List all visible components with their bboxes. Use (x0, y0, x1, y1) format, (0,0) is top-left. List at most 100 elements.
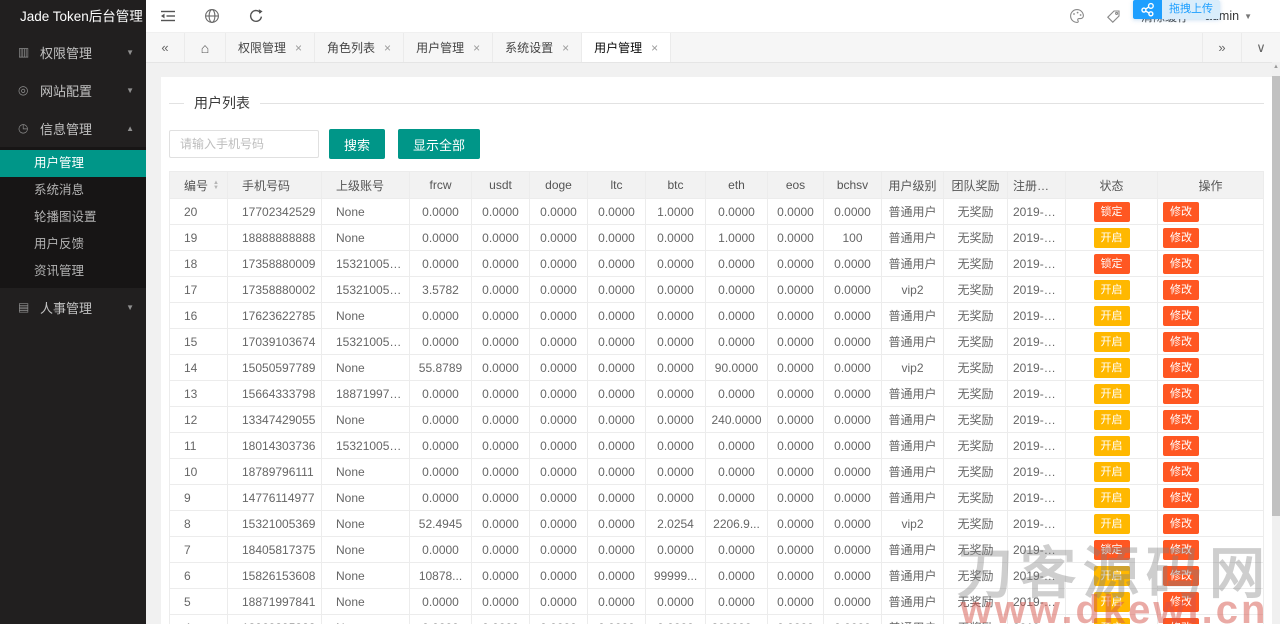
column-header[interactable]: 手机号码 (228, 172, 322, 199)
cell-doge: 0.0000 (530, 433, 588, 459)
status-button[interactable]: 开启 (1094, 514, 1130, 534)
sidebar-item[interactable]: ▥权限管理▼ (0, 33, 146, 71)
modify-button[interactable]: 修改 (1163, 332, 1199, 352)
cell-eos: 0.0000 (768, 381, 824, 407)
show-all-button[interactable]: 显示全部 (398, 129, 480, 159)
tab-item[interactable]: 系统设置× (493, 33, 582, 62)
tab-item[interactable]: 权限管理× (226, 33, 315, 62)
column-header[interactable]: usdt (472, 172, 530, 199)
sidebar-subitem[interactable]: 轮播图设置 (0, 204, 146, 231)
tab-item[interactable]: 角色列表× (315, 33, 404, 62)
column-header[interactable]: 上级账号 (322, 172, 410, 199)
sidebar-item[interactable]: ◷信息管理▲ (0, 109, 146, 147)
tabs-scroll-left-icon[interactable]: « (146, 33, 185, 62)
status-button[interactable]: 锁定 (1094, 202, 1130, 222)
status-button[interactable]: 开启 (1094, 436, 1130, 456)
column-header[interactable]: 状态 (1066, 172, 1158, 199)
search-button[interactable]: 搜索 (329, 129, 385, 159)
column-header[interactable]: 编号▲▼ (170, 172, 228, 199)
modify-button[interactable]: 修改 (1163, 436, 1199, 456)
modify-button[interactable]: 修改 (1163, 384, 1199, 404)
column-header[interactable]: eos (768, 172, 824, 199)
drag-upload-widget[interactable]: 拖拽上传 (1133, 0, 1220, 19)
close-icon[interactable]: × (295, 41, 302, 55)
collapse-sidebar-icon[interactable] (146, 0, 190, 32)
status-button[interactable]: 开启 (1094, 592, 1130, 612)
modify-button[interactable]: 修改 (1163, 592, 1199, 612)
status-button[interactable]: 开启 (1094, 488, 1130, 508)
chevron-up-icon: ▲ (126, 124, 134, 133)
modify-button[interactable]: 修改 (1163, 514, 1199, 534)
status-button[interactable]: 开启 (1094, 332, 1130, 352)
status-button[interactable]: 开启 (1094, 566, 1130, 586)
column-header[interactable]: 用户级别 (882, 172, 944, 199)
cell-bchsv: 0.0000 (824, 511, 882, 537)
tabs-scroll-right-icon[interactable]: » (1202, 33, 1241, 62)
modify-button[interactable]: 修改 (1163, 566, 1199, 586)
modify-button[interactable]: 修改 (1163, 254, 1199, 274)
refresh-icon[interactable] (234, 0, 278, 32)
tag-icon[interactable] (1095, 9, 1131, 24)
tab-item[interactable]: 用户管理× (404, 33, 493, 62)
phone-search-input[interactable] (169, 130, 319, 158)
close-icon[interactable]: × (473, 41, 480, 55)
modify-button[interactable]: 修改 (1163, 228, 1199, 248)
status-button[interactable]: 开启 (1094, 228, 1130, 248)
status-button[interactable]: 锁定 (1094, 540, 1130, 560)
status-button[interactable]: 开启 (1094, 384, 1130, 404)
column-header[interactable]: 团队奖励 (944, 172, 1008, 199)
status-button[interactable]: 锁定 (1094, 254, 1130, 274)
modify-button[interactable]: 修改 (1163, 540, 1199, 560)
sidebar-subitem[interactable]: 用户反馈 (0, 231, 146, 258)
home-tab-icon[interactable]: ⌂ (185, 33, 226, 62)
modify-button[interactable]: 修改 (1163, 202, 1199, 222)
close-icon[interactable]: × (651, 41, 658, 55)
vertical-scrollbar[interactable]: ▲ (1272, 62, 1280, 624)
tabs-dropdown-icon[interactable]: ∨ (1241, 33, 1280, 62)
modify-button[interactable]: 修改 (1163, 280, 1199, 300)
status-button[interactable]: 开启 (1094, 410, 1130, 430)
sidebar-item[interactable]: ◎网站配置▼ (0, 71, 146, 109)
status-button[interactable]: 开启 (1094, 618, 1130, 624)
status-button[interactable]: 开启 (1094, 306, 1130, 326)
cell-reward: 无奖励 (944, 225, 1008, 251)
close-icon[interactable]: × (384, 41, 391, 55)
column-header[interactable]: ltc (588, 172, 646, 199)
cell-parent: None (322, 589, 410, 615)
column-header[interactable]: btc (646, 172, 706, 199)
modify-button[interactable]: 修改 (1163, 306, 1199, 326)
modify-button[interactable]: 修改 (1163, 462, 1199, 482)
sort-icon[interactable]: ▲▼ (213, 181, 219, 191)
cell-doge: 0.0000 (530, 485, 588, 511)
column-header[interactable]: frcw (410, 172, 472, 199)
status-button[interactable]: 开启 (1094, 462, 1130, 482)
user-table: 编号▲▼手机号码上级账号frcwusdtdogeltcbtcetheosbchs… (169, 171, 1264, 624)
column-header[interactable]: eth (706, 172, 768, 199)
sidebar-subitem[interactable]: 用户管理 (0, 150, 146, 177)
scrollbar-thumb[interactable] (1272, 76, 1280, 516)
column-header[interactable]: 操作 (1158, 172, 1264, 199)
cell-usdt: 0.0000 (472, 381, 530, 407)
theme-palette-icon[interactable] (1059, 8, 1095, 24)
modify-button[interactable]: 修改 (1163, 410, 1199, 430)
sidebar-subitem[interactable]: 资讯管理 (0, 258, 146, 285)
column-header[interactable]: bchsv (824, 172, 882, 199)
globe-icon[interactable] (190, 0, 234, 32)
sidebar-item[interactable]: ▤人事管理▼ (0, 288, 146, 326)
status-button[interactable]: 开启 (1094, 358, 1130, 378)
column-header[interactable]: doge (530, 172, 588, 199)
status-button[interactable]: 开启 (1094, 280, 1130, 300)
column-header[interactable]: 注册日期 (1008, 172, 1066, 199)
cell-phone: 13969395322 (228, 615, 322, 624)
modify-button[interactable]: 修改 (1163, 488, 1199, 508)
modify-button[interactable]: 修改 (1163, 358, 1199, 378)
cell-actions: 修改查看明细... (1158, 199, 1264, 225)
scrollbar-up-icon[interactable]: ▲ (1272, 64, 1280, 70)
close-icon[interactable]: × (562, 41, 569, 55)
sidebar-subitem[interactable]: 系统消息 (0, 177, 146, 204)
modify-button[interactable]: 修改 (1163, 618, 1199, 624)
cell-phone: 17039103674 (228, 329, 322, 355)
cell-doge: 0.0000 (530, 251, 588, 277)
tab-item[interactable]: 用户管理× (582, 33, 671, 62)
share-icon[interactable] (1133, 0, 1162, 19)
